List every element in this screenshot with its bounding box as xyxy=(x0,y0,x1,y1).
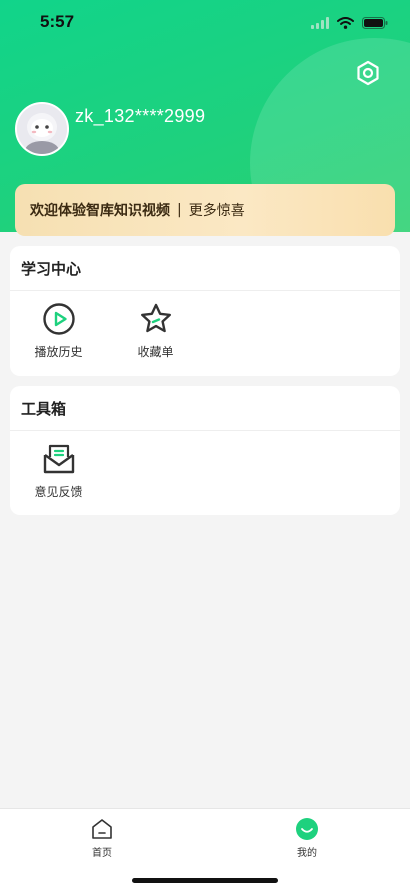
tab-mine[interactable]: 我的 xyxy=(267,817,347,859)
learning-center-title: 学习中心 xyxy=(10,246,400,291)
toolbox-card: 工具箱 意见反馈 xyxy=(10,386,400,515)
play-history-label: 播放历史 xyxy=(34,345,83,359)
favorites-label: 收藏单 xyxy=(137,345,174,359)
robot-avatar-icon xyxy=(17,104,67,154)
favorites-button[interactable]: 收藏单 xyxy=(107,301,204,360)
tab-home-label: 首页 xyxy=(92,848,112,859)
status-time: 5:57 xyxy=(40,12,75,31)
avatar[interactable] xyxy=(15,102,69,156)
profile-smile-icon xyxy=(296,818,318,840)
banner-more-link[interactable]: 更多惊喜 xyxy=(189,200,245,220)
signal-icon xyxy=(311,14,329,33)
feedback-mail-icon xyxy=(43,444,74,474)
tab-mine-label: 我的 xyxy=(297,848,317,859)
home-indicator[interactable] xyxy=(132,878,278,883)
welcome-banner[interactable]: 欢迎体验智库知识视频 | 更多惊喜 xyxy=(15,184,395,236)
feedback-button[interactable]: 意见反馈 xyxy=(10,441,107,500)
battery-icon xyxy=(362,14,388,33)
play-circle-icon xyxy=(42,303,75,335)
feedback-label: 意见反馈 xyxy=(34,485,83,499)
home-icon xyxy=(92,819,112,839)
star-icon xyxy=(140,303,171,333)
settings-button[interactable] xyxy=(354,59,382,87)
username: zk_132****2999 xyxy=(75,106,206,126)
wifi-icon xyxy=(337,14,354,33)
tab-home[interactable]: 首页 xyxy=(62,817,142,859)
banner-separator: | xyxy=(177,202,182,218)
play-history-button[interactable]: 播放历史 xyxy=(10,301,107,360)
learning-center-card: 学习中心 播放历史 收藏单 xyxy=(10,246,400,376)
status-icons xyxy=(311,14,388,33)
status-bar: 5:57 xyxy=(0,0,410,46)
banner-text: 欢迎体验智库知识视频 xyxy=(30,203,170,219)
toolbox-title: 工具箱 xyxy=(10,386,400,431)
gear-icon xyxy=(357,60,379,86)
